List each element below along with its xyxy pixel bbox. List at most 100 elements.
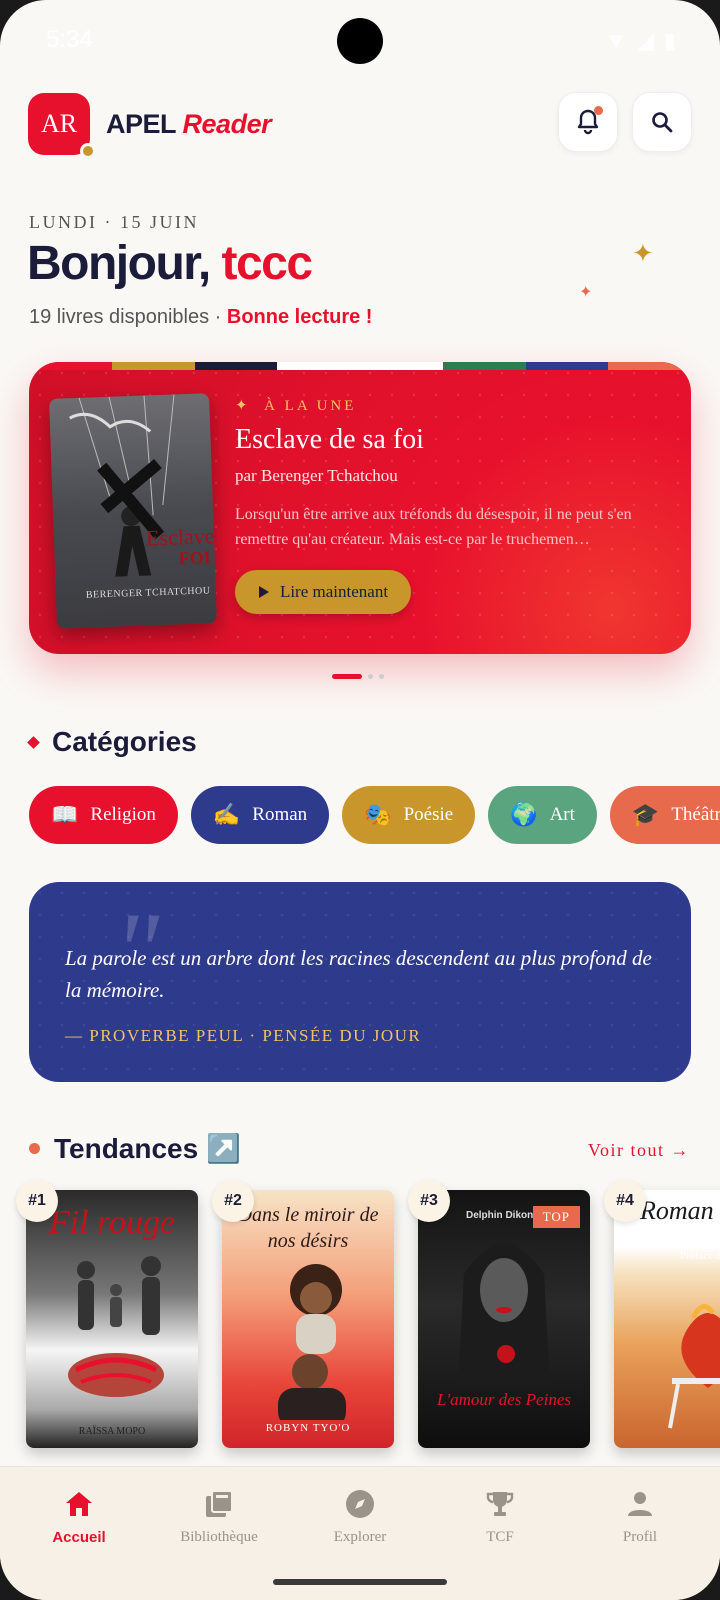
globe-icon: 🌍 [510, 802, 538, 827]
logo-text: AR [40, 109, 78, 138]
book-cover-title: L'amour des Peines [437, 1390, 571, 1409]
chip-label: Religion [90, 804, 156, 825]
book-cover-author: RAÏSSA MOPO [78, 1426, 146, 1437]
featured-title: Esclave de sa foi [235, 424, 424, 455]
see-all-link[interactable]: Voir tout → [588, 1140, 690, 1161]
pager-dot[interactable] [379, 674, 384, 679]
read-now-button[interactable]: Lire maintenant [235, 570, 411, 614]
stripe-segment [277, 362, 360, 370]
app-logo[interactable]: AR [28, 93, 96, 159]
notification-dot [594, 106, 603, 115]
library-icon [206, 1490, 233, 1517]
book-cover-author: Préface de [680, 1250, 720, 1262]
trending-carousel: Fil rouge RAÏSSA MOPO #1 Dans le miroir … [0, 1180, 720, 1456]
cover-title-b: FOI [178, 547, 212, 569]
home-indicator[interactable] [273, 1579, 447, 1585]
logo-dot [80, 143, 96, 159]
signal-icon: ◢ [636, 28, 654, 53]
nav-label: TCF [486, 1529, 514, 1545]
book-cover-author: ROBYN TYO'O [265, 1422, 351, 1434]
greeting-subtitle: 19 livres disponibles · Bonne lecture ! [29, 306, 372, 329]
woman-portrait-art [458, 1244, 550, 1384]
section-bullet-icon [29, 1143, 40, 1154]
person-icon [628, 1492, 652, 1516]
category-chips: 📖 Religion ✍️ Roman 🎭 Poésie 🌍 Art 🎓 Théâtre [29, 786, 720, 844]
nav-item-accueil[interactable]: Accueil [19, 1487, 139, 1546]
quote-text: La parole est un arbre dont les racines … [65, 946, 652, 1002]
featured-kicker-label: À LA UNE [264, 398, 357, 414]
category-chip-theatre[interactable]: 🎓 Théâtre [609, 786, 720, 844]
rank-badge: #3 [408, 1180, 450, 1222]
search-icon [652, 112, 673, 133]
trophy-icon [486, 1492, 514, 1516]
category-chip-religion[interactable]: 📖 Religion [29, 786, 178, 844]
sparkle-icon: ✦ [632, 238, 654, 268]
nav-item-explorer[interactable]: Explorer [300, 1487, 420, 1546]
trending-book-card[interactable]: Roman Préface de [614, 1190, 720, 1448]
nav-label: Bibliothèque [180, 1529, 258, 1545]
rank-badge: #1 [16, 1180, 58, 1222]
featured-book-cover[interactable]: Esclave FOI BERENGER TCHATCHOU [49, 393, 217, 629]
quote-source: — PROVERBE PEUL · PENSÉE DU JOUR [65, 1026, 422, 1045]
rank-badge: #2 [212, 1180, 254, 1222]
wifi-icon: ▼ [605, 28, 627, 53]
current-date: LUNDI · 15 JUIN [29, 212, 199, 232]
featured-book-card[interactable]: Esclave FOI BERENGER TCHATCHOU ✦ À LA UN… [29, 362, 691, 654]
trending-book-card[interactable]: Delphin Dikongue TOP L'amour des Peines [418, 1190, 590, 1448]
greeting-hello: Bonjour, [27, 237, 211, 290]
quote-of-the-day-card: " La parole est un arbre dont les racine… [29, 882, 691, 1082]
rank-badge: #4 [604, 1180, 646, 1222]
chip-label: Théâtre [671, 804, 720, 825]
stripe-segment [360, 362, 443, 370]
stripe-segment [442, 362, 526, 370]
greeting-username: tccc [221, 237, 314, 290]
theater-masks-icon: 🎭 [364, 802, 392, 827]
graduation-cap-icon: 🎓 [631, 802, 660, 827]
nav-item-profil[interactable]: Profil [580, 1487, 700, 1546]
categories-header: Catégories [27, 726, 197, 758]
sparkle-icon-small: ✦ [579, 284, 593, 301]
trending-book-card[interactable]: Dans le miroir de nos désirs ROBYN TYO'O [222, 1190, 394, 1448]
nav-label: Profil [622, 1529, 658, 1545]
pager-dot-active[interactable] [332, 674, 362, 679]
categories-title: Catégories [52, 726, 197, 757]
chip-label: Art [549, 804, 575, 825]
search-button[interactable] [632, 92, 692, 152]
stripe-segment [608, 362, 691, 370]
read-now-label: Lire maintenant [279, 582, 389, 601]
category-chip-art[interactable]: 🌍 Art [488, 786, 597, 844]
section-bullet-icon [27, 735, 40, 749]
chip-label: Poésie [403, 804, 454, 825]
writing-hand-icon: ✍️ [212, 802, 241, 827]
app-header: AR APEL Reader [28, 92, 692, 159]
home-icon [66, 1492, 92, 1516]
trending-book-card[interactable]: Fil rouge RAÏSSA MOPO [26, 1190, 198, 1448]
camera-cutout [337, 18, 383, 64]
trending-header: Tendances ↗️ [29, 1132, 241, 1165]
notifications-button[interactable] [558, 92, 618, 152]
stripe-segment [194, 362, 278, 370]
brand-main: APEL [106, 108, 176, 139]
nav-item-bibliotheque[interactable]: Bibliothèque [159, 1487, 279, 1546]
battery-icon: ▮ [663, 28, 676, 53]
good-reading-text: Bonne lecture ! [226, 306, 373, 328]
brand-name: APEL Reader [106, 108, 272, 140]
status-icons: ▼ ◢ ▮ [605, 28, 676, 54]
carousel-pager[interactable] [332, 674, 384, 679]
stripe-segment [111, 362, 195, 370]
burning-heart-art [668, 1304, 720, 1429]
greeting-title: Bonjour, tccc [27, 236, 314, 291]
family-silhouette-art [68, 1256, 164, 1397]
compass-icon [346, 1490, 374, 1518]
play-icon [258, 586, 269, 598]
category-chip-poesie[interactable]: 🎭 Poésie [342, 786, 476, 844]
book-emoji-icon: 📖 [51, 802, 79, 827]
category-chip-roman[interactable]: ✍️ Roman [190, 786, 330, 844]
nav-item-tcf[interactable]: TCF [440, 1487, 560, 1546]
featured-description: Lorsqu'un être arrive aux tréfonds du dé… [235, 506, 632, 548]
pager-dot[interactable] [368, 674, 373, 679]
app-screen: 5:34 ▼ ◢ ▮ AR APEL Reader LUNDI · 15 JUI… [0, 0, 720, 1600]
couple-portrait-art [278, 1264, 346, 1420]
nav-label: Explorer [333, 1529, 387, 1545]
color-stripe [29, 362, 691, 370]
